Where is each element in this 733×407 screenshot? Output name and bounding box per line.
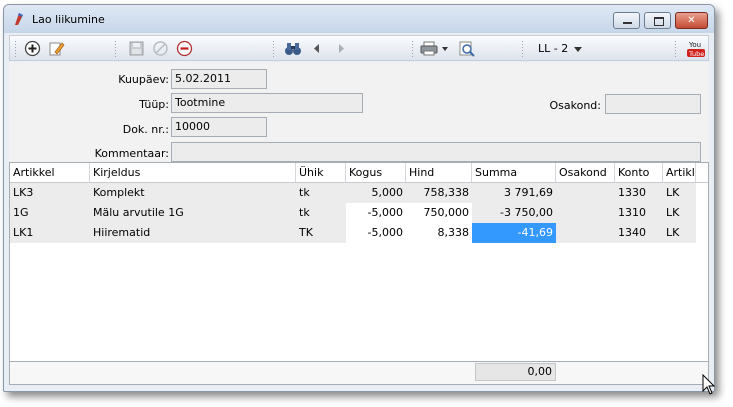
save-icon[interactable] <box>128 40 145 57</box>
close-button[interactable]: ✕ <box>675 12 708 29</box>
cell-artikl: LK <box>663 223 696 243</box>
items-table: Artikkel Kirjeldus Ühik Kogus Hind Summa… <box>9 162 709 385</box>
column-header-artikkel[interactable]: Artikkel <box>10 163 90 182</box>
cell-kogus: -5,000 <box>367 206 403 219</box>
cell-summa: -3 750,00 <box>472 203 556 223</box>
toolbar-grip <box>14 40 17 57</box>
kuupaev-field[interactable]: 5.02.2011 <box>171 69 267 89</box>
cell-kirjeldus: Komplekt <box>90 183 296 203</box>
cell-artikl: LK <box>663 203 696 223</box>
close-icon: ✕ <box>687 15 696 26</box>
tuup-field[interactable]: Tootmine <box>171 93 363 113</box>
kommentaar-label: Kommentaar: <box>94 147 169 160</box>
cell-kirjeldus: Mälu arvutile 1G <box>90 203 296 223</box>
kommentaar-field[interactable] <box>171 142 701 162</box>
cell-artikkel: 1G <box>10 203 90 223</box>
table-row[interactable]: 1G Mälu arvutile 1G tk -5,000 750,000 -3… <box>10 203 696 223</box>
print-icon[interactable] <box>420 40 450 57</box>
preview-icon[interactable] <box>458 40 475 57</box>
column-header-kirjeldus[interactable]: Kirjeldus <box>90 163 296 182</box>
toolbar-grip <box>411 40 414 57</box>
table-header: Artikkel Kirjeldus Ühik Kogus Hind Summa… <box>10 163 708 183</box>
svg-text:Tube: Tube <box>688 50 704 58</box>
youtube-icon[interactable]: You Tube <box>686 39 706 59</box>
toolbar-grip <box>114 40 117 57</box>
column-header-summa[interactable]: Summa <box>472 163 556 182</box>
cell-hind: 758,338 <box>406 183 472 203</box>
edit-icon[interactable] <box>48 40 65 57</box>
cell-kogus: 5,000 <box>346 183 406 203</box>
toolbar-grip <box>674 40 677 57</box>
maximize-icon <box>654 17 664 26</box>
title-bar: Lao liikumine ✕ <box>4 5 714 33</box>
app-logo-icon <box>15 13 23 25</box>
binoculars-icon[interactable] <box>284 40 302 57</box>
toolbar-grip <box>521 40 524 57</box>
column-header-hind[interactable]: Hind <box>406 163 472 182</box>
cell-summa: 3 791,69 <box>472 183 556 203</box>
svg-text:You: You <box>688 41 701 49</box>
header-form: Kuupäev: 5.02.2011 Tüüp: Tootmine Dok. n… <box>9 62 709 162</box>
minimize-button[interactable] <box>613 12 640 29</box>
cell-artikkel: LK3 <box>10 183 90 203</box>
cell-uhik: tk <box>296 183 346 203</box>
prev-icon[interactable] <box>312 40 322 57</box>
next-icon[interactable] <box>336 40 346 57</box>
table-row[interactable]: LK1 Hiirematid TK -5,000 8,338 -41,69 13… <box>10 223 696 243</box>
cell-hind: 750,000 <box>423 206 470 219</box>
cell-uhik: TK <box>296 223 346 243</box>
cell-artikl: LK <box>663 183 696 203</box>
dok-nr-field[interactable]: 10000 <box>171 117 267 137</box>
table-row[interactable]: LK3 Komplekt tk 5,000 758,338 3 791,69 1… <box>10 183 696 203</box>
column-header-kogus[interactable]: Kogus <box>346 163 406 182</box>
delete-icon[interactable] <box>176 40 193 57</box>
tuup-label: Tüüp: <box>139 98 169 111</box>
dok-nr-label: Dok. nr.: <box>122 123 169 136</box>
cell-summa-selected[interactable]: -41,69 <box>472 223 556 243</box>
cell-osakond <box>556 183 615 203</box>
osakond-field[interactable] <box>605 94 701 114</box>
minimize-icon <box>623 22 632 24</box>
column-header-uhik[interactable]: Ühik <box>296 163 346 182</box>
maximize-button[interactable] <box>644 12 671 29</box>
ll-dropdown-label: LL - 2 <box>538 42 569 55</box>
osakond-label: Osakond: <box>549 99 602 112</box>
cell-kogus: -5,000 <box>367 226 403 239</box>
toolbar-grip <box>272 40 275 57</box>
cell-konto: 1330 <box>615 183 663 203</box>
cell-kirjeldus: Hiirematid <box>90 223 296 243</box>
cell-artikkel: LK1 <box>10 223 90 243</box>
mouse-cursor-icon <box>702 374 716 395</box>
toolbar: LL - 2 You Tube <box>9 35 709 61</box>
cell-uhik: tk <box>296 203 346 223</box>
cell-konto: 1340 <box>615 223 663 243</box>
cell-konto: 1310 <box>615 203 663 223</box>
kuupaev-label: Kuupäev: <box>118 73 169 86</box>
column-header-konto[interactable]: Konto <box>615 163 663 182</box>
add-icon[interactable] <box>24 40 41 57</box>
cell-osakond <box>556 203 615 223</box>
column-header-artikl[interactable]: Artikl <box>663 163 696 182</box>
chevron-down-icon <box>574 46 583 52</box>
summa-total: 0,00 <box>475 363 556 381</box>
cancel-icon[interactable] <box>152 40 169 57</box>
ll-dropdown[interactable]: LL - 2 <box>538 42 583 55</box>
cell-hind: 8,338 <box>437 226 470 239</box>
app-window: Lao liikumine ✕ LL - 2 You Tube Kuupäev:… <box>3 4 715 392</box>
window-title: Lao liikumine <box>32 13 105 26</box>
cell-osakond <box>556 223 615 243</box>
column-header-osakond[interactable]: Osakond <box>556 163 615 182</box>
table-footer: 0,00 <box>10 361 708 384</box>
